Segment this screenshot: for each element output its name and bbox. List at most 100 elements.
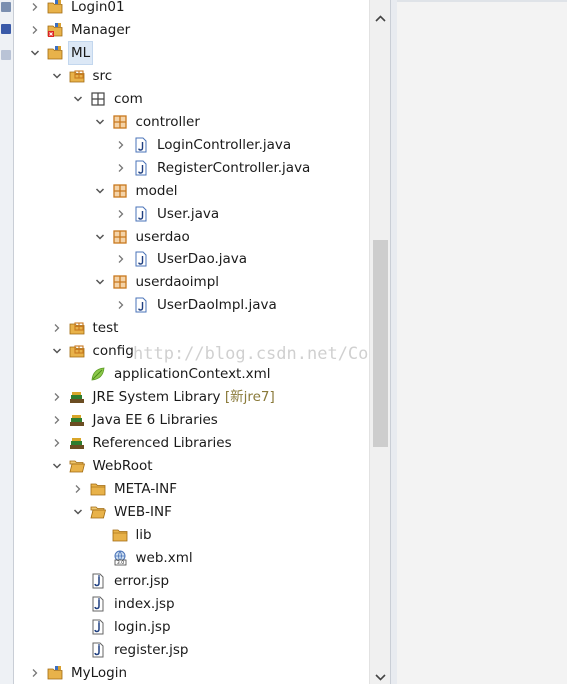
tree-item-label: controller <box>135 113 200 130</box>
tree-item[interactable]: controller <box>14 111 369 133</box>
vertical-scrollbar[interactable] <box>369 0 391 684</box>
jsp-file-icon <box>90 619 106 635</box>
chevron-down-icon[interactable] <box>50 65 64 87</box>
tree-item[interactable]: WEB-INF <box>14 501 369 523</box>
side-toolbar-strip <box>0 0 14 684</box>
package-empty-icon <box>90 91 106 107</box>
library-icon <box>69 435 85 451</box>
toolbar-icon[interactable] <box>1 50 11 60</box>
chevron-right-icon[interactable] <box>114 294 128 316</box>
chevron-right-icon[interactable] <box>50 432 64 454</box>
source-folder-icon <box>69 320 85 336</box>
tree-item-label: WebRoot <box>92 458 153 474</box>
chevron-down-icon[interactable] <box>71 501 85 523</box>
java-file-icon <box>133 297 149 313</box>
tree-item[interactable]: userdaoimpl <box>14 271 369 293</box>
tree-item-label: Login01 <box>71 0 125 15</box>
toolbar-icon[interactable] <box>1 2 11 12</box>
source-folder-icon <box>69 343 85 359</box>
tree-item-label: lib <box>135 526 152 543</box>
tree-item[interactable]: LoginController.java <box>14 134 369 156</box>
chevron-right-icon[interactable] <box>28 662 42 684</box>
package-icon <box>112 114 128 130</box>
tree-item[interactable]: login.jsp <box>14 616 369 638</box>
tree-item[interactable]: userdao <box>14 226 369 248</box>
chevron-down-icon[interactable] <box>93 111 107 133</box>
tree-item-label: applicationContext.xml <box>114 366 271 383</box>
tree-item[interactable]: Java EE 6 Libraries <box>14 409 369 431</box>
tree-item-label: index.jsp <box>114 595 175 612</box>
jsp-file-icon <box>90 596 106 612</box>
chevron-right-icon[interactable] <box>114 203 128 225</box>
chevron-right-icon[interactable] <box>50 317 64 339</box>
chevron-right-icon[interactable] <box>50 386 64 408</box>
tree-item[interactable]: lib <box>14 524 369 546</box>
chevron-right-icon[interactable] <box>114 134 128 156</box>
chevron-right-icon[interactable] <box>50 409 64 431</box>
tree-item[interactable]: test <box>14 317 369 339</box>
package-icon <box>112 274 128 290</box>
toolbar-icon[interactable] <box>1 24 11 34</box>
tree-item[interactable]: com <box>14 88 369 110</box>
chevron-right-icon[interactable] <box>28 19 42 41</box>
tree-item[interactable]: UserDao.java <box>14 248 369 270</box>
tree-item[interactable]: error.jsp <box>14 570 369 592</box>
tree-item[interactable]: User.java <box>14 203 369 225</box>
chevron-down-icon[interactable] <box>374 671 387 684</box>
tree-item-label: UserDaoImpl.java <box>157 297 277 314</box>
tree-item[interactable]: MyLogin <box>14 662 369 684</box>
tree-item-label: MyLogin <box>71 664 128 681</box>
chevron-down-icon[interactable] <box>93 271 107 293</box>
tree-item[interactable]: UserDaoImpl.java <box>14 294 369 316</box>
tree-item[interactable]: src <box>14 65 369 87</box>
xml-leaf-icon <box>90 366 106 382</box>
tree-item[interactable]: Manager <box>14 19 369 41</box>
tree-item[interactable]: index.jsp <box>14 593 369 615</box>
package-explorer-tree[interactable]: Login01 Manager ML src com controller Lo… <box>14 0 369 684</box>
chevron-down-icon[interactable] <box>50 455 64 477</box>
package-icon <box>112 229 128 245</box>
java-file-icon <box>133 137 149 153</box>
svg-text:3.0: 3.0 <box>116 560 123 566</box>
java-project-icon <box>47 665 63 681</box>
tree-item[interactable]: JRE System Library [新jre7] <box>14 386 369 408</box>
java-project-icon <box>47 0 63 15</box>
chevron-right-icon[interactable] <box>71 478 85 500</box>
folder-open-icon <box>68 458 85 474</box>
tree-item[interactable]: ML <box>14 40 369 65</box>
chevron-down-icon[interactable] <box>71 88 85 110</box>
tree-item[interactable]: Referenced Libraries <box>14 432 369 454</box>
tree-item[interactable]: RegisterController.java <box>14 157 369 179</box>
chevron-right-icon[interactable] <box>28 0 42 18</box>
tree-item[interactable]: applicationContext.xml <box>14 363 369 385</box>
tree-item-label: config <box>92 343 134 360</box>
java-file-icon <box>133 160 149 176</box>
chevron-down-icon[interactable] <box>93 226 107 248</box>
tree-item[interactable]: 3.0 web.xml <box>14 547 369 569</box>
tree-item[interactable]: Login01 <box>14 0 369 18</box>
tree-item-label: JRE System Library [新jre7] <box>92 389 275 406</box>
tree-item-label: error.jsp <box>114 572 170 589</box>
folder-icon <box>90 481 106 497</box>
tree-item-label: META-INF <box>114 480 178 497</box>
chevron-up-icon[interactable] <box>374 12 387 25</box>
chevron-down-icon[interactable] <box>50 340 64 362</box>
tree-item[interactable]: model <box>14 180 369 202</box>
tree-item[interactable]: config <box>14 340 369 362</box>
tree-item-label: UserDao.java <box>157 251 248 268</box>
editor-area <box>397 0 567 684</box>
chevron-down-icon[interactable] <box>28 42 42 64</box>
tree-item-label: test <box>92 320 119 337</box>
tree-item-label: model <box>135 182 178 199</box>
chevron-down-icon[interactable] <box>93 180 107 202</box>
folder-icon <box>112 527 128 543</box>
source-folder-icon <box>69 68 85 84</box>
chevron-right-icon[interactable] <box>114 248 128 270</box>
tree-item[interactable]: register.jsp <box>14 639 369 661</box>
chevron-right-icon[interactable] <box>114 157 128 179</box>
tree-item[interactable]: META-INF <box>14 478 369 500</box>
tree-item[interactable]: WebRoot <box>14 455 369 477</box>
tree-item-label: web.xml <box>135 549 193 566</box>
library-icon <box>69 389 85 405</box>
scrollbar-thumb[interactable] <box>373 240 388 447</box>
